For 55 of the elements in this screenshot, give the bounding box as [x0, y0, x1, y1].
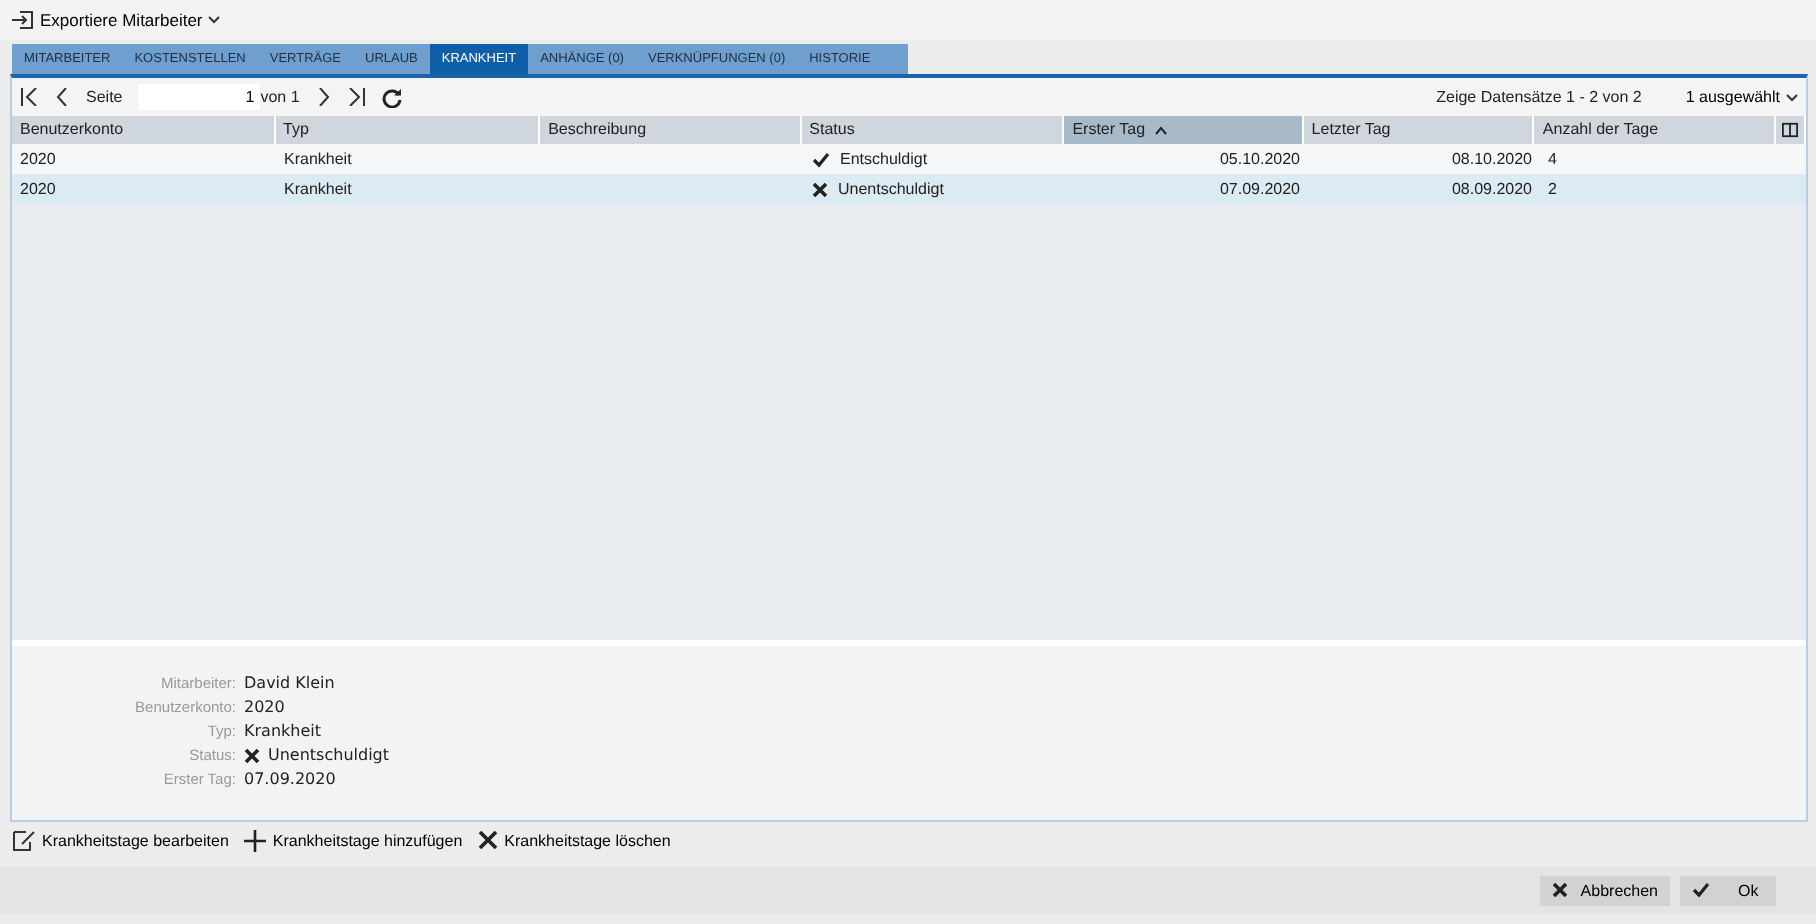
caret-icon	[1786, 93, 1798, 101]
action-button[interactable]: Krankheitstage löschen	[478, 830, 671, 850]
table-cell-text: 2020	[20, 148, 56, 172]
table-cell-text: 2	[1548, 178, 1557, 202]
caret-icon	[208, 16, 221, 24]
column-header[interactable]: Anzahl der Tage	[1534, 116, 1776, 144]
table-cell-text: 2020	[20, 178, 56, 202]
column-header[interactable]: Erster Tag	[1064, 116, 1304, 144]
check-icon	[812, 151, 830, 167]
edit-icon	[12, 829, 36, 851]
column-header[interactable]: Letzter Tag	[1303, 116, 1535, 144]
export-menu[interactable]: Exportiere Mitarbeiter	[12, 10, 221, 30]
table-cell-text: Krankheit	[284, 178, 352, 202]
table-cell-text: 08.10.2020	[1451, 148, 1532, 172]
ok-button[interactable]: Ok	[1680, 875, 1776, 905]
cross-icon	[812, 181, 828, 197]
table-cell-text: Entschuldigt	[840, 148, 928, 172]
record-count: Zeige Datensätze 1 - 2 von 2	[1436, 88, 1642, 106]
plus-icon	[244, 829, 267, 851]
column-header[interactable]: Benutzerkonto	[12, 116, 276, 144]
selection-dropdown[interactable]: 1 ausgewählt	[1685, 88, 1798, 106]
next-page-button[interactable]	[315, 88, 330, 106]
field-value: 2020	[244, 698, 285, 716]
field-value: 07.09.2020	[244, 770, 336, 788]
first-page-button[interactable]	[20, 88, 40, 106]
action-button[interactable]: Krankheitstage bearbeiten	[12, 829, 229, 851]
refresh-button[interactable]	[381, 87, 402, 107]
table-row[interactable]: 2020 Krankheit Unentschuldigt 07.09.2020 08.09.2020 2	[12, 174, 1806, 204]
export-icon	[12, 10, 34, 30]
field-value: David Klein	[244, 674, 335, 692]
page-count: von 1	[260, 88, 300, 106]
field-value: Krankheit	[244, 722, 321, 740]
page-field[interactable]: 1	[138, 84, 261, 110]
table-cell-text: Krankheit	[284, 148, 352, 172]
cancel-button[interactable]: Abbrechen	[1540, 875, 1670, 905]
close-icon	[478, 830, 499, 850]
sort-ascending-icon	[1153, 125, 1168, 135]
table-cell-text: 07.09.2020	[1219, 178, 1300, 202]
table-cell-text: 08.09.2020	[1451, 178, 1532, 202]
field-value: Unentschuldigt	[268, 746, 389, 764]
check-icon	[1692, 882, 1710, 898]
table-cell-text: 05.10.2020	[1219, 148, 1300, 172]
table-cell-text: 4	[1548, 148, 1557, 172]
last-page-button[interactable]	[345, 88, 366, 106]
columns-icon[interactable]	[1782, 122, 1798, 138]
column-header[interactable]: Beschreibung	[540, 116, 802, 144]
column-header[interactable]: Typ	[275, 116, 541, 144]
cross-icon	[1552, 882, 1569, 898]
previous-page-button[interactable]	[56, 88, 70, 106]
page-label: Seite	[86, 88, 123, 106]
column-header[interactable]: Status	[801, 116, 1065, 144]
table-cell-text: Unentschuldigt	[838, 178, 944, 202]
action-button[interactable]: Krankheitstage hinzufügen	[244, 829, 463, 851]
table-row[interactable]: 2020 Krankheit Entschuldigt 05.10.2020 08.10.2020 4	[12, 144, 1806, 174]
cross-icon	[244, 747, 260, 763]
